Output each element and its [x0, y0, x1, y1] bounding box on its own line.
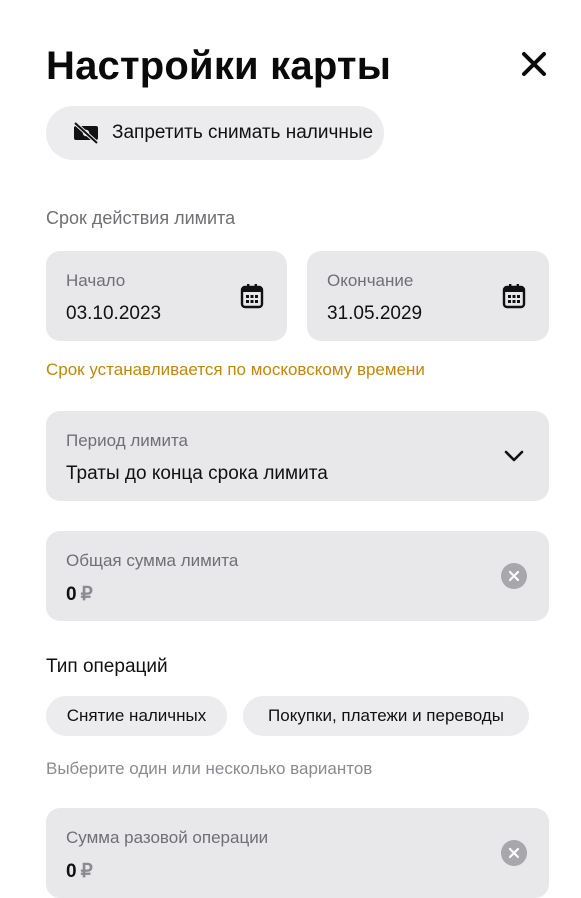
clear-icon — [508, 570, 520, 582]
disable-cash-withdrawal-label: Запретить снимать наличные — [112, 122, 374, 143]
clear-icon — [508, 847, 520, 859]
single-operation-sum-value: 0 ₽ — [66, 860, 93, 883]
close-button[interactable] — [518, 48, 550, 80]
chevron-down-icon — [504, 450, 524, 462]
clear-button[interactable] — [501, 840, 527, 866]
calendar-icon[interactable] — [240, 283, 264, 309]
end-date-value: 31.05.2029 — [327, 303, 423, 324]
end-date-label: Окончание — [327, 271, 414, 290]
total-limit-sum-label: Общая сумма лимита — [66, 551, 239, 570]
no-cash-icon — [72, 122, 100, 144]
timezone-note: Срок устанавливается по московскому врем… — [46, 360, 425, 379]
currency-symbol: ₽ — [80, 584, 93, 605]
disable-cash-withdrawal-button[interactable]: Запретить снимать наличные — [46, 106, 384, 160]
chip-cash-withdrawal[interactable]: Снятие наличных — [46, 696, 227, 736]
start-date-label: Начало — [66, 271, 126, 290]
start-date-value: 03.10.2023 — [66, 303, 162, 324]
operation-type-hint: Выберите один или несколько вариантов — [46, 759, 373, 778]
total-limit-sum-field[interactable]: Общая сумма лимита 0 ₽ — [46, 531, 549, 621]
limit-period-select[interactable]: Период лимита Траты до конца срока лимит… — [46, 411, 549, 501]
calendar-icon[interactable] — [502, 283, 526, 309]
limit-period-label: Период лимита — [66, 431, 188, 450]
start-date-field[interactable]: Начало 03.10.2023 — [46, 251, 287, 341]
single-operation-amount: 0 — [66, 861, 77, 882]
total-limit-amount: 0 — [66, 584, 77, 605]
page-title: Настройки карты — [46, 44, 392, 88]
currency-symbol: ₽ — [80, 861, 93, 882]
limit-validity-label: Срок действия лимита — [46, 208, 236, 228]
limit-period-value: Траты до конца срока лимита — [66, 463, 328, 484]
close-icon — [522, 52, 546, 76]
operation-type-title: Тип операций — [46, 656, 168, 677]
single-operation-sum-label: Сумма разовой операции — [66, 828, 269, 847]
total-limit-sum-value: 0 ₽ — [66, 583, 93, 606]
single-operation-sum-field[interactable]: Сумма разовой операции 0 ₽ — [46, 808, 549, 898]
end-date-field[interactable]: Окончание 31.05.2029 — [307, 251, 549, 341]
clear-button[interactable] — [501, 563, 527, 589]
chip-purchases-payments-transfers[interactable]: Покупки, платежи и переводы — [243, 696, 529, 736]
